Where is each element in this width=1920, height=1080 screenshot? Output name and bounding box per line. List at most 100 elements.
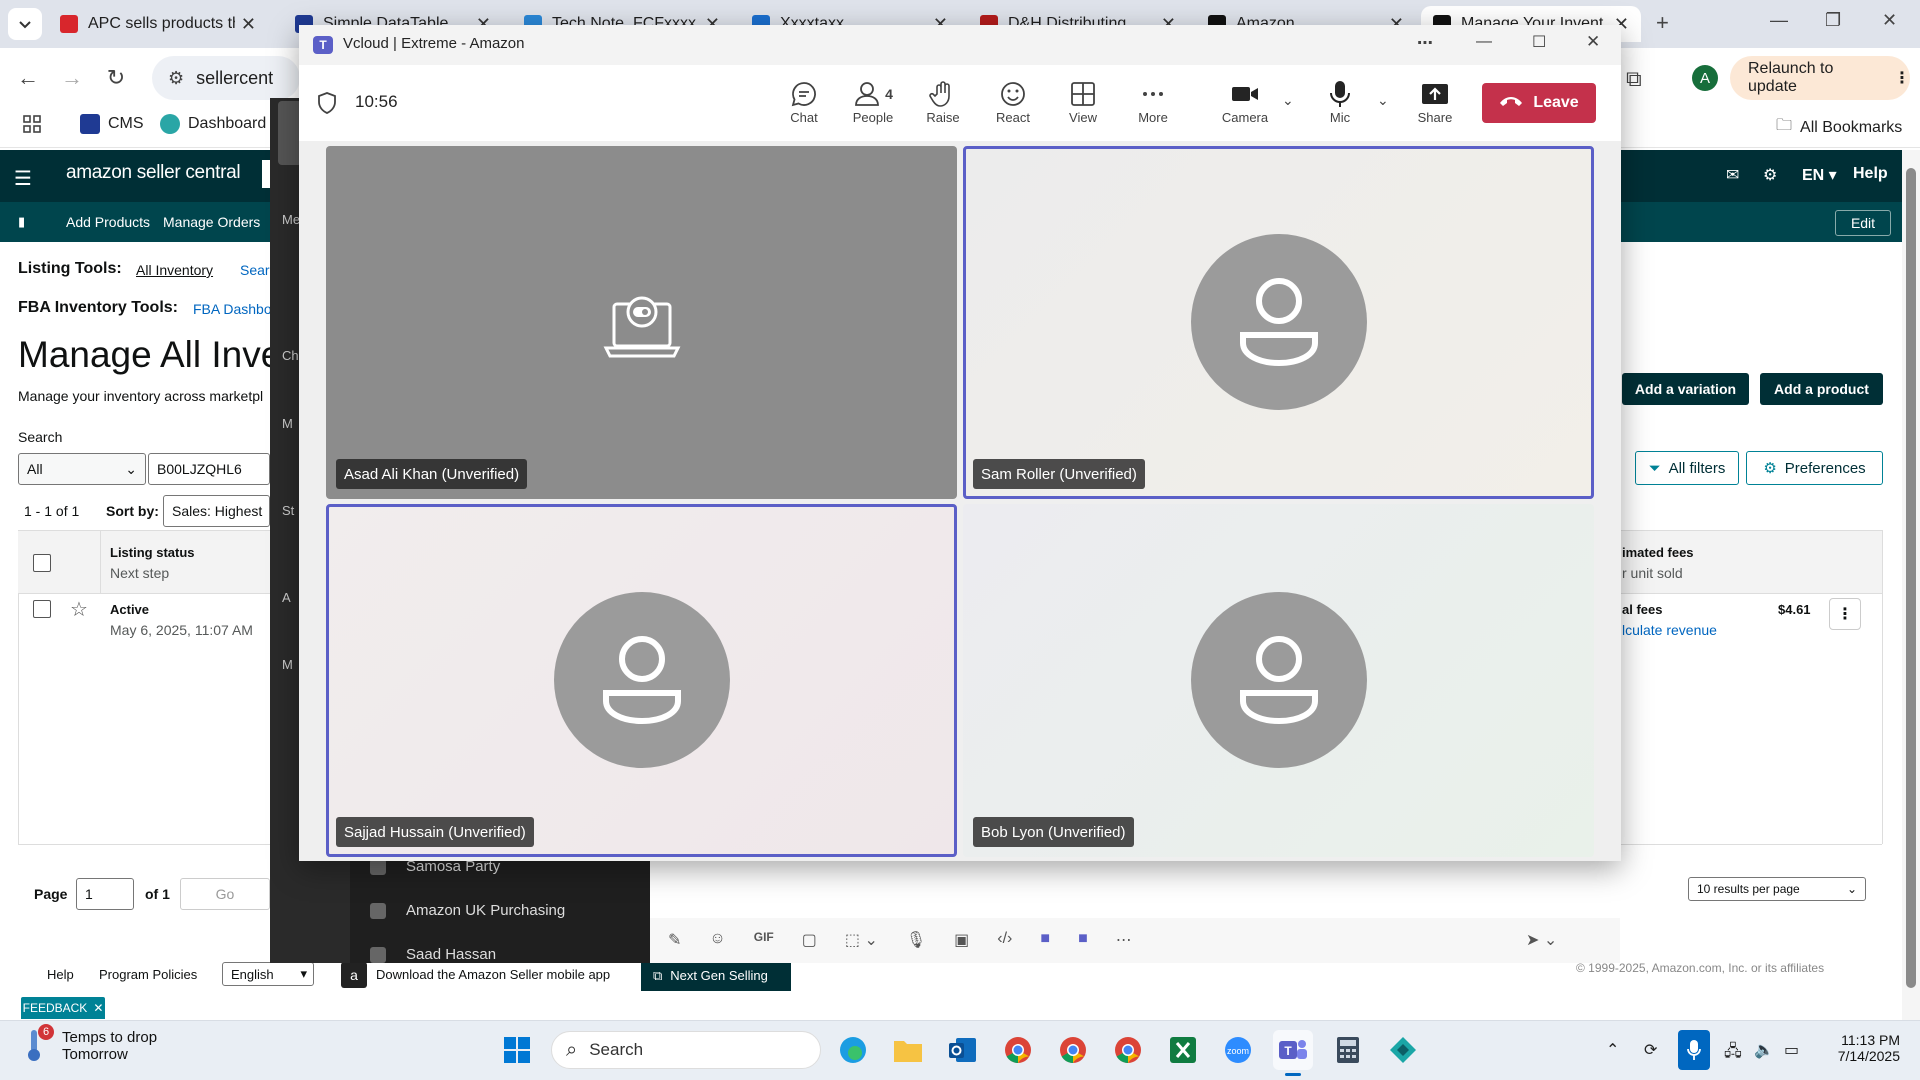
- show-hidden-icons-icon[interactable]: ⌃: [1606, 1040, 1619, 1060]
- search-scope-select[interactable]: All ⌄: [18, 453, 146, 485]
- file-explorer-icon[interactable]: [888, 1030, 928, 1070]
- microphone-in-use-icon[interactable]: [1678, 1030, 1710, 1070]
- chrome-profile-icon[interactable]: [1053, 1030, 1093, 1070]
- reload-icon[interactable]: ↻: [100, 62, 132, 94]
- all-filters-button[interactable]: ⏷ All filters: [1635, 451, 1739, 485]
- page-input[interactable]: 1: [76, 878, 134, 910]
- kebab-menu-icon[interactable]: ⋮: [1894, 68, 1910, 88]
- maximize-icon[interactable]: ☐: [1532, 32, 1546, 52]
- outlook-icon[interactable]: [943, 1030, 983, 1070]
- camera-button[interactable]: Camera: [1210, 78, 1280, 125]
- col-estimated-fees[interactable]: imated fees: [1622, 545, 1694, 560]
- tab-search-dropdown[interactable]: [8, 8, 42, 40]
- results-per-page-select[interactable]: 10 results per page ⌄: [1688, 877, 1866, 901]
- calculator-icon[interactable]: [1328, 1030, 1368, 1070]
- back-icon[interactable]: ←: [12, 62, 44, 94]
- amazon-logo[interactable]: amazon seller central: [66, 162, 241, 184]
- chrome-icon[interactable]: [998, 1030, 1038, 1070]
- footer-policies-link[interactable]: Program Policies: [99, 967, 197, 982]
- row-checkbox[interactable]: [33, 600, 51, 618]
- mail-icon[interactable]: ✉: [1726, 165, 1739, 185]
- chat-button[interactable]: Chat: [769, 78, 839, 125]
- feedback-tab[interactable]: FEEDBACK ✕: [21, 997, 105, 1019]
- close-icon[interactable]: ✕: [93, 1001, 103, 1015]
- add-variation-button[interactable]: Add a variation: [1622, 373, 1749, 405]
- teams-icon[interactable]: T: [1273, 1030, 1313, 1076]
- help-link[interactable]: Help: [1853, 165, 1888, 183]
- hamburger-menu-icon[interactable]: ☰: [14, 166, 32, 191]
- preferences-button[interactable]: ⚙ Preferences: [1746, 451, 1883, 485]
- browser-tab[interactable]: APC sells products th ✕: [48, 6, 268, 42]
- app2-icon[interactable]: ■: [1078, 930, 1088, 950]
- close-icon[interactable]: ✕: [1586, 32, 1600, 52]
- share-button[interactable]: Share: [1400, 78, 1470, 125]
- video-clip-icon[interactable]: ▣: [954, 930, 969, 950]
- download-app-link[interactable]: Download the Amazon Seller mobile app: [376, 967, 610, 982]
- relaunch-button[interactable]: Relaunch to update ⋮: [1730, 56, 1910, 100]
- send-icon[interactable]: ➤ ⌄: [1526, 930, 1557, 950]
- language-select[interactable]: EN ▾: [1802, 165, 1837, 185]
- participant-tile[interactable]: Sam Roller (Unverified): [963, 146, 1594, 499]
- select-all-checkbox[interactable]: [33, 554, 51, 572]
- raise-button[interactable]: Raise: [908, 78, 978, 125]
- scrollbar-thumb[interactable]: [1906, 168, 1916, 988]
- more-icon[interactable]: ⋯: [1116, 930, 1132, 950]
- zoom-icon[interactable]: zoom: [1218, 1030, 1258, 1070]
- mic-button[interactable]: Mic: [1305, 78, 1375, 125]
- close-tab-icon[interactable]: ✕: [241, 14, 256, 35]
- excel-icon[interactable]: [1163, 1030, 1203, 1070]
- fba-dashboard-link[interactable]: FBA Dashbo: [193, 301, 270, 317]
- start-button[interactable]: [497, 1030, 537, 1070]
- col-listing-status[interactable]: Listing status: [110, 545, 195, 560]
- go-button[interactable]: Go: [180, 878, 270, 910]
- volume-icon[interactable]: 🔈: [1754, 1040, 1774, 1060]
- more-button[interactable]: More: [1118, 78, 1188, 125]
- address-bar[interactable]: ⚙ sellercent: [152, 56, 300, 100]
- search-link[interactable]: Sear: [240, 262, 270, 278]
- profile-avatar[interactable]: A: [1692, 65, 1718, 91]
- minimize-icon[interactable]: —: [1476, 33, 1492, 51]
- sync-icon[interactable]: ⟳: [1644, 1040, 1657, 1060]
- search-input[interactable]: B00LJZQHL6: [148, 453, 270, 485]
- react-button[interactable]: React: [978, 78, 1048, 125]
- close-icon[interactable]: ✕: [1882, 10, 1897, 31]
- mic-options-chevron-icon[interactable]: ⌄: [1377, 92, 1389, 109]
- network-icon[interactable]: 🖧: [1724, 1040, 1742, 1067]
- edit-button[interactable]: Edit: [1835, 210, 1891, 236]
- sticker-icon[interactable]: ▢: [802, 930, 817, 950]
- view-button[interactable]: View: [1048, 78, 1118, 125]
- emoji-icon[interactable]: ☺: [709, 930, 725, 950]
- edge-icon[interactable]: [833, 1030, 873, 1070]
- bookmark-cms[interactable]: CMS: [80, 114, 144, 134]
- chat-list-item[interactable]: Amazon UK Purchasing: [370, 902, 565, 919]
- calculate-revenue-link[interactable]: lculate revenue: [1622, 622, 1717, 638]
- people-button[interactable]: 4 People: [838, 78, 908, 125]
- apps-icon[interactable]: [22, 114, 42, 134]
- extensions-icon[interactable]: ⧉: [1626, 66, 1642, 92]
- gif-icon[interactable]: GIF: [754, 930, 774, 950]
- taskbar-search[interactable]: ⌕ Search: [551, 1031, 821, 1069]
- sort-select[interactable]: Sales: Highest: [163, 495, 270, 527]
- star-icon[interactable]: ☆: [70, 597, 88, 622]
- new-tab-plus-icon[interactable]: +: [1656, 10, 1669, 36]
- bookmark-icon[interactable]: ▮: [18, 214, 25, 230]
- site-info-icon[interactable]: ⚙: [168, 68, 184, 89]
- participant-tile[interactable]: Sajjad Hussain (Unverified): [326, 504, 957, 857]
- weather-widget[interactable]: 6 Temps to drop Tomorrow: [24, 1024, 157, 1064]
- forward-icon[interactable]: →: [56, 62, 88, 94]
- next-gen-selling-button[interactable]: ⧉ Next Gen Selling: [641, 960, 791, 991]
- row-actions-kebab-icon[interactable]: ⋮: [1829, 598, 1861, 630]
- minimize-icon[interactable]: —: [1770, 10, 1788, 31]
- more-options-icon[interactable]: ⋯: [1417, 33, 1433, 53]
- all-inventory-link[interactable]: All Inventory: [136, 262, 213, 278]
- leave-call-button[interactable]: Leave: [1482, 83, 1596, 123]
- subnav-manage-orders[interactable]: Manage Orders: [163, 214, 260, 230]
- code-icon[interactable]: ‹/›: [997, 930, 1012, 950]
- chrome-profile2-icon[interactable]: [1108, 1030, 1148, 1070]
- all-bookmarks[interactable]: 🗀 All Bookmarks: [1776, 114, 1902, 141]
- app-icon[interactable]: ■: [1040, 930, 1050, 950]
- restore-icon[interactable]: ❐: [1825, 10, 1841, 31]
- footer-language-select[interactable]: English ▾: [222, 962, 314, 986]
- add-product-button[interactable]: Add a product: [1760, 373, 1883, 405]
- camera-options-chevron-icon[interactable]: ⌄: [1282, 92, 1294, 109]
